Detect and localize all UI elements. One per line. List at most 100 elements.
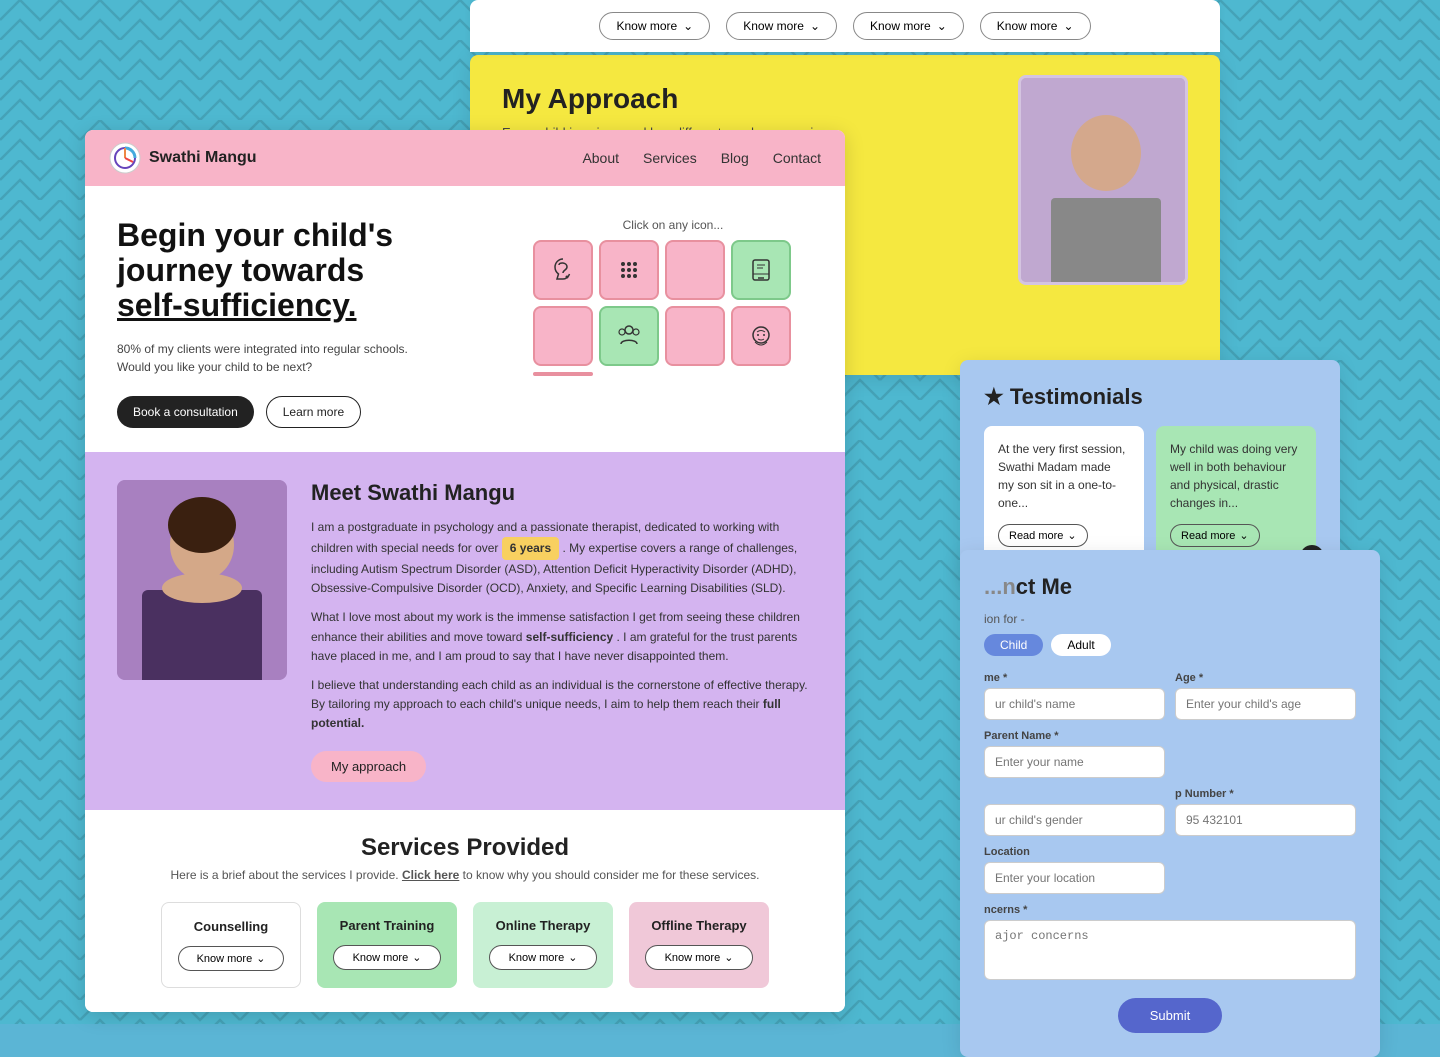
chevron-down-icon: ⌄: [412, 951, 421, 964]
chevron-down-icon: ⌄: [1063, 19, 1073, 33]
gender-input[interactable]: [984, 804, 1165, 836]
form-group-age: Age *: [1175, 672, 1356, 720]
testimonials-title: ★ Testimonials: [984, 384, 1316, 410]
chevron-down-icon: ⌄: [1067, 529, 1076, 542]
location-label: Location: [984, 846, 1165, 858]
meet-photo: [117, 480, 287, 680]
service-counselling-title: Counselling: [178, 919, 284, 934]
icon-empty3[interactable]: [665, 306, 725, 366]
service-parent-training: Parent Training Know more ⌄: [317, 902, 457, 988]
testimonial-1-text: At the very first session, Swathi Madam …: [998, 440, 1130, 512]
years-badge: 6 years: [502, 537, 559, 560]
contact-tabs: Child Adult: [984, 634, 1356, 656]
form-group-location: Location: [984, 846, 1165, 894]
navbar: Swathi Mangu About Services Blog Contact: [85, 130, 845, 186]
meet-title: Meet Swathi Mangu: [311, 480, 813, 506]
tab-child[interactable]: Child: [984, 634, 1043, 656]
counselling-know-more[interactable]: Know more ⌄: [178, 946, 284, 971]
phone-input[interactable]: [1175, 804, 1356, 836]
meet-para1: I am a postgraduate in psychology and a …: [311, 518, 813, 599]
parent-name-label: Parent Name *: [984, 730, 1165, 742]
contact-panel: ...nct Me ion for - Child Adult me * Age…: [960, 550, 1380, 1057]
service-online-title: Online Therapy: [489, 918, 597, 933]
chevron-down-icon: ⌄: [256, 952, 265, 965]
nav-services[interactable]: Services: [643, 150, 697, 166]
testimonial-2: My child was doing very well in both beh…: [1156, 426, 1316, 561]
tab-adult[interactable]: Adult: [1051, 634, 1110, 656]
icon-head[interactable]: [731, 306, 791, 366]
hero-section: Begin your child's journey towards self-…: [85, 186, 845, 452]
chevron-down-icon: ⌄: [937, 19, 947, 33]
services-subtitle: Here is a brief about the services I pro…: [117, 868, 813, 882]
navbar-logo: [109, 142, 141, 174]
form-group-name: me *: [984, 672, 1165, 720]
nav-contact[interactable]: Contact: [773, 150, 821, 166]
hero-buttons: Book a consultation Learn more: [117, 396, 437, 428]
icon-tablet[interactable]: [731, 240, 791, 300]
icon-empty2[interactable]: [533, 306, 593, 366]
icon-empty1[interactable]: [665, 240, 725, 300]
testimonials-title-icon: ★: [984, 384, 1004, 409]
gender-label: [984, 788, 1165, 800]
form-group-concerns: ncerns *: [984, 904, 1356, 980]
chevron-down-icon: ⌄: [724, 951, 733, 964]
services-section: Services Provided Here is a brief about …: [85, 810, 845, 1012]
meet-para2: What I love most about my work is the im…: [311, 608, 813, 666]
my-approach-button[interactable]: My approach: [311, 751, 426, 782]
chevron-down-icon: ⌄: [810, 19, 820, 33]
navbar-links: About Services Blog Contact: [582, 150, 821, 166]
testimonial-1: At the very first session, Swathi Madam …: [984, 426, 1144, 561]
main-panel: Swathi Mangu About Services Blog Contact…: [85, 130, 845, 1012]
know-more-btn-2[interactable]: Know more ⌄: [726, 12, 837, 40]
service-online-therapy: Online Therapy Know more ⌄: [473, 902, 613, 988]
know-more-btn-1[interactable]: Know more ⌄: [599, 12, 710, 40]
icon-dots[interactable]: [599, 240, 659, 300]
name-label: me *: [984, 672, 1165, 684]
know-more-btn-3[interactable]: Know more ⌄: [853, 12, 964, 40]
online-therapy-know-more[interactable]: Know more ⌄: [489, 945, 597, 970]
nav-about[interactable]: About: [582, 150, 619, 166]
form-group-phone: p Number *: [1175, 788, 1356, 836]
icon-ear[interactable]: [533, 240, 593, 300]
learn-more-button[interactable]: Learn more: [266, 396, 361, 428]
chevron-down-icon: ⌄: [683, 19, 693, 33]
chevron-down-icon: ⌄: [1239, 529, 1248, 542]
submit-button[interactable]: Submit: [1118, 998, 1222, 1033]
chevron-down-icon: ⌄: [568, 951, 577, 964]
navbar-brand: Swathi Mangu: [109, 142, 257, 174]
icon-grid-label: Click on any icon...: [533, 218, 813, 232]
testimonials-grid: At the very first session, Swathi Madam …: [984, 426, 1316, 561]
navbar-brand-name: Swathi Mangu: [149, 149, 257, 167]
top-know-more-bar: Know more ⌄ Know more ⌄ Know more ⌄ Know…: [470, 0, 1220, 52]
age-input[interactable]: [1175, 688, 1356, 720]
icon-group[interactable]: [599, 306, 659, 366]
book-consultation-button[interactable]: Book a consultation: [117, 396, 254, 428]
name-input[interactable]: [984, 688, 1165, 720]
contact-form: me * Age * Parent Name * p Number * Loca…: [984, 672, 1356, 1033]
service-parent-title: Parent Training: [333, 918, 441, 933]
service-offline-title: Offline Therapy: [645, 918, 753, 933]
service-counselling: Counselling Know more ⌄: [161, 902, 301, 988]
testimonial-2-read-more[interactable]: Read more ⌄: [1170, 524, 1260, 547]
approach-photo: [1018, 75, 1188, 285]
testimonial-1-read-more[interactable]: Read more ⌄: [998, 524, 1088, 547]
contact-title: ...nct Me: [984, 574, 1356, 600]
parent-name-input[interactable]: [984, 746, 1165, 778]
icon-grid-container: Click on any icon...: [533, 218, 813, 376]
hero-subtext: 80% of my clients were integrated into r…: [117, 340, 437, 376]
icon-empty4[interactable]: [533, 372, 593, 376]
phone-label: p Number *: [1175, 788, 1356, 800]
offline-therapy-know-more[interactable]: Know more ⌄: [645, 945, 753, 970]
know-more-btn-4[interactable]: Know more ⌄: [980, 12, 1091, 40]
concerns-textarea[interactable]: [984, 920, 1356, 980]
location-input[interactable]: [984, 862, 1165, 894]
nav-blog[interactable]: Blog: [721, 150, 749, 166]
meet-content: Meet Swathi Mangu I am a postgraduate in…: [311, 480, 813, 783]
services-grid: Counselling Know more ⌄ Parent Training …: [117, 902, 813, 988]
hero-heading: Begin your child's journey towards self-…: [117, 218, 437, 324]
meet-section: Meet Swathi Mangu I am a postgraduate in…: [85, 452, 845, 811]
service-offline-therapy: Offline Therapy Know more ⌄: [629, 902, 769, 988]
click-here-link[interactable]: Click here: [402, 868, 459, 882]
parent-training-know-more[interactable]: Know more ⌄: [333, 945, 441, 970]
contact-label: ion for -: [984, 612, 1356, 626]
